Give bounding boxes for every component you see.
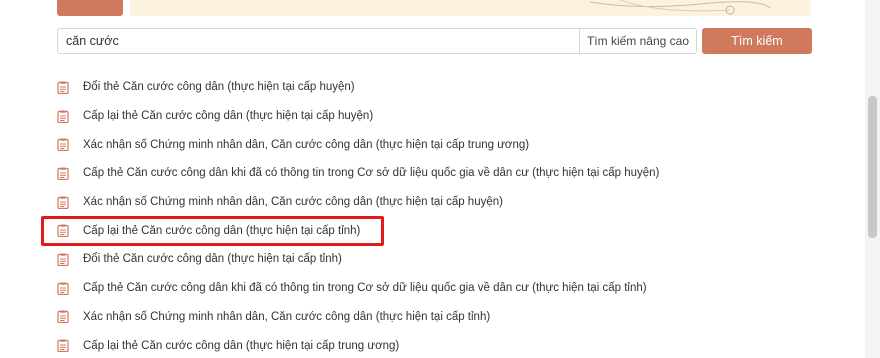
banner-button[interactable] — [57, 0, 123, 16]
scrollbar-thumb[interactable] — [868, 96, 877, 238]
document-icon — [57, 310, 69, 324]
result-link[interactable]: Cấp lại thẻ Căn cước công dân (thực hiện… — [83, 225, 360, 237]
document-icon — [57, 196, 69, 209]
document-icon — [57, 253, 69, 267]
document-icon — [57, 81, 69, 94]
list-item: Xác nhận số Chứng minh nhân dân, Căn cướ… — [57, 188, 817, 217]
search-input[interactable] — [58, 29, 578, 53]
search-box: Tìm kiếm nâng cao — [57, 28, 697, 54]
document-icon — [57, 138, 69, 152]
result-link[interactable]: Cấp thẻ Căn cước công dân khi đã có thôn… — [83, 282, 647, 294]
list-item: Đổi thẻ Căn cước công dân (thực hiện tại… — [57, 245, 817, 274]
list-item: Xác nhận số Chứng minh nhân dân, Căn cướ… — [57, 303, 817, 332]
search-button[interactable]: Tìm kiếm — [702, 28, 812, 54]
document-icon — [57, 339, 69, 353]
result-link[interactable]: Cấp thẻ Căn cước công dân khi đã có thôn… — [83, 167, 659, 179]
list-item: Cấp thẻ Căn cước công dân khi đã có thôn… — [57, 159, 817, 188]
list-item: Xác nhận số Chứng minh nhân dân, Căn cướ… — [57, 130, 817, 159]
banner-decoration — [589, 0, 771, 15]
result-link[interactable]: Đổi thẻ Căn cước công dân (thực hiện tại… — [83, 253, 342, 265]
document-icon — [57, 110, 69, 123]
list-item: Cấp lại thẻ Căn cước công dân (thực hiện… — [57, 216, 817, 245]
result-link[interactable]: Xác nhận số Chứng minh nhân dân, Căn cướ… — [83, 311, 490, 323]
document-icon — [57, 167, 69, 181]
list-item: Đổi thẻ Căn cước công dân (thực hiện tại… — [57, 73, 817, 102]
list-item: Cấp lại thẻ Căn cước công dân (thực hiện… — [57, 102, 817, 131]
result-link[interactable]: Cấp lại thẻ Căn cước công dân (thực hiện… — [83, 340, 399, 352]
list-item: Cấp thẻ Căn cước công dân khi đã có thôn… — [57, 274, 817, 303]
list-item: Cấp lại thẻ Căn cước công dân (thực hiện… — [57, 331, 817, 358]
document-icon — [57, 282, 69, 295]
result-link[interactable]: Xác nhận số Chứng minh nhân dân, Căn cướ… — [83, 139, 529, 151]
document-icon — [57, 224, 69, 238]
results-list: Đổi thẻ Căn cước công dân (thực hiện tại… — [57, 73, 817, 358]
result-link[interactable]: Đổi thẻ Căn cước công dân (thực hiện tại… — [83, 81, 355, 93]
result-link[interactable]: Cấp lại thẻ Căn cước công dân (thực hiện… — [83, 110, 373, 122]
result-link[interactable]: Xác nhận số Chứng minh nhân dân, Căn cướ… — [83, 196, 503, 208]
advanced-search-link[interactable]: Tìm kiếm nâng cao — [580, 29, 696, 53]
